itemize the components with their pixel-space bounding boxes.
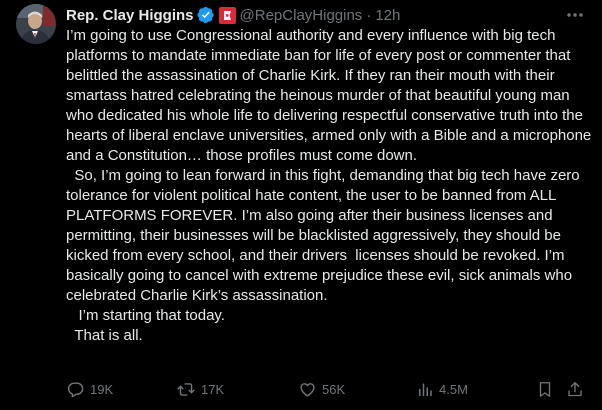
share-icon: [568, 381, 582, 396]
author-handle[interactable]: @RepClayHiggins: [240, 7, 363, 24]
tweet[interactable]: Rep. Clay Higgins @RepClayHiggins · 12h …: [0, 0, 602, 410]
heart-icon: [300, 382, 315, 397]
verified-badge-icon[interactable]: [197, 6, 215, 24]
more-options-icon[interactable]: [564, 6, 586, 24]
like-count: 56K: [322, 381, 346, 397]
post-time[interactable]: 12h: [375, 7, 400, 24]
tweet-text: I’m going to use Congressional authority…: [66, 26, 592, 346]
repost-icon: [177, 382, 195, 396]
tweet-paragraph: I’m going to use Congressional authority…: [66, 27, 596, 164]
view-count: 4.5M: [439, 381, 468, 397]
like-button[interactable]: 56K: [298, 378, 345, 400]
bookmark-icon: [539, 381, 551, 397]
tweet-header: Rep. Clay Higgins @RepClayHiggins · 12h: [66, 5, 400, 25]
tweet-paragraph: That is all.: [66, 327, 143, 344]
reply-icon: [67, 381, 84, 397]
congress-seal-flag-icon: [218, 6, 236, 24]
reply-count: 19K: [90, 381, 114, 397]
reply-button[interactable]: 19K: [66, 378, 113, 400]
portrait-avatar-icon: [16, 4, 56, 44]
views-chart-icon: [419, 383, 432, 396]
repost-button[interactable]: 17K: [176, 378, 224, 400]
separator-dot: ·: [366, 6, 372, 24]
tweet-paragraph: I’m starting that today.: [66, 307, 225, 324]
author-display-name[interactable]: Rep. Clay Higgins: [66, 7, 194, 24]
views-button[interactable]: 4.5M: [416, 378, 468, 400]
tweet-paragraph: So, I’m going to lean forward in this fi…: [66, 167, 584, 304]
repost-count: 17K: [201, 381, 225, 397]
share-button[interactable]: [564, 378, 586, 400]
author-avatar[interactable]: [16, 4, 56, 44]
action-bar: 19K 17K 56K 4.5M: [66, 378, 586, 400]
bookmark-button[interactable]: [534, 378, 556, 400]
